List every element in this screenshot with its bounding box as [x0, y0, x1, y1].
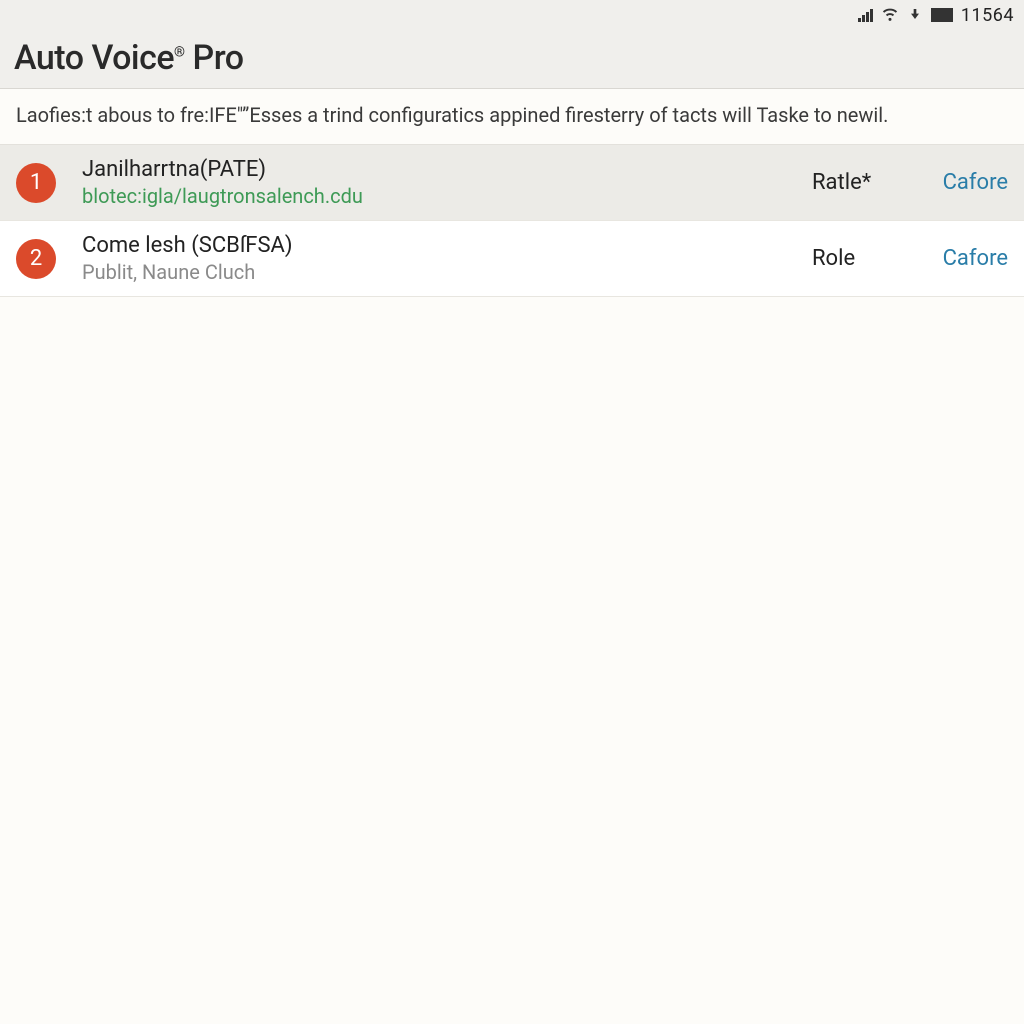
item-list: 1 Janilharrtna(PATE) blotec:igla/laugtro…: [0, 145, 1024, 297]
item-number-badge: 1: [16, 163, 56, 203]
description-text: Laofies:t abous to fre:IFE"”Esses a trin…: [0, 89, 1024, 145]
item-action-button[interactable]: Cafore: [918, 170, 1008, 195]
item-main: Come lesh (SCBſFSA) Publit, Naune Cluch: [82, 233, 796, 284]
item-subtitle: Publit, Naune Cluch: [82, 260, 796, 284]
item-title: Janilharrtna(PATE): [82, 157, 796, 182]
cell-signal-icon: [858, 8, 873, 22]
app-title: Auto Voice® Pro: [14, 38, 1010, 78]
list-item[interactable]: 1 Janilharrtna(PATE) blotec:igla/laugtro…: [0, 145, 1024, 221]
wifi-icon: [881, 4, 899, 27]
item-title: Come lesh (SCBſFSA): [82, 233, 796, 258]
item-role: Ratle*: [812, 170, 902, 195]
battery-icon: [931, 8, 953, 22]
app-header: Auto Voice® Pro: [0, 30, 1024, 89]
item-main: Janilharrtna(PATE) blotec:igla/laugtrons…: [82, 157, 796, 208]
item-action-button[interactable]: Cafore: [918, 246, 1008, 271]
item-number-badge: 2: [16, 239, 56, 279]
status-bar: 11564: [0, 0, 1024, 30]
item-role: Role: [812, 246, 902, 271]
status-time: 11564: [961, 5, 1014, 26]
item-subtitle[interactable]: blotec:igla/laugtronsalench.cdu: [82, 184, 796, 208]
download-icon: [907, 5, 923, 26]
list-item[interactable]: 2 Come lesh (SCBſFSA) Publit, Naune Cluc…: [0, 221, 1024, 297]
